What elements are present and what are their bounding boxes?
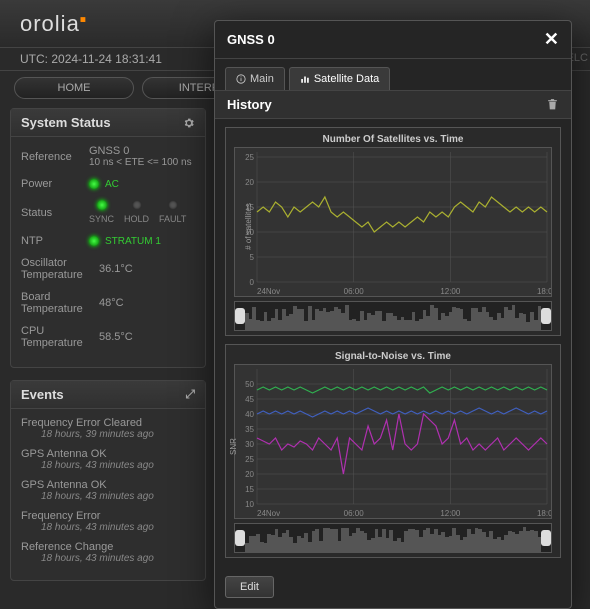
power-value: AC xyxy=(105,179,119,190)
tab-satellite-data[interactable]: Satellite Data xyxy=(289,67,390,90)
svg-text:24Nov: 24Nov xyxy=(257,287,280,296)
svg-text:06:00: 06:00 xyxy=(344,287,365,296)
trash-icon[interactable] xyxy=(546,98,559,111)
svg-text:15: 15 xyxy=(245,485,254,494)
nav-home-button[interactable]: HOME xyxy=(14,77,134,99)
gnss-modal: GNSS 0 ✕ Main Satellite Data History Num… xyxy=(214,20,572,609)
svg-text:12:00: 12:00 xyxy=(440,287,461,296)
event-row: GPS Antenna OK18 hours, 43 minutes ago xyxy=(21,479,195,502)
svg-text:24Nov: 24Nov xyxy=(257,509,280,518)
chart-area[interactable]: SNR 10152025303540455024Nov06:0012:0018:… xyxy=(234,364,552,519)
power-label: Power xyxy=(21,178,83,190)
info-icon xyxy=(236,74,246,84)
svg-text:40: 40 xyxy=(245,410,254,419)
chart-title: Number Of Satellites vs. Time xyxy=(230,132,556,147)
ntp-value: STRATUM 1 xyxy=(105,236,161,247)
event-row: Reference Change18 hours, 43 minutes ago xyxy=(21,541,195,564)
expand-icon[interactable]: ⤢ xyxy=(185,387,195,402)
reference-ete: 10 ns < ETE <= 100 ns xyxy=(89,157,192,168)
modal-title: GNSS 0 xyxy=(227,32,275,47)
gear-icon[interactable] xyxy=(183,117,195,129)
status-label: Status xyxy=(21,207,83,219)
chart-satellites: Number Of Satellites vs. Time # of satel… xyxy=(225,127,561,336)
chart-icon xyxy=(300,74,310,84)
svg-text:35: 35 xyxy=(245,425,254,434)
svg-text:12:00: 12:00 xyxy=(440,509,461,518)
system-status-panel: System Status Reference GNSS 0 10 ns < E… xyxy=(10,108,206,368)
event-row: Frequency Error Cleared18 hours, 39 minu… xyxy=(21,417,195,440)
event-row: Frequency Error18 hours, 43 minutes ago xyxy=(21,510,195,533)
ntp-led-icon xyxy=(89,236,99,246)
fault-led-icon xyxy=(168,200,178,210)
svg-text:18:00: 18:00 xyxy=(537,509,551,518)
cpu-temp-value: 58.5°C xyxy=(99,331,133,343)
events-panel: Events ⤢ Frequency Error Cleared18 hours… xyxy=(10,380,206,581)
svg-text:10: 10 xyxy=(245,500,254,509)
board-temp-label: Board Temperature xyxy=(21,291,93,315)
reference-label: Reference xyxy=(21,151,83,163)
event-row: GPS Antenna OK18 hours, 43 minutes ago xyxy=(21,448,195,471)
osc-temp-value: 36.1°C xyxy=(99,263,133,275)
osc-temp-label: Oscillator Temperature xyxy=(21,257,93,281)
chart-overview[interactable] xyxy=(234,301,552,331)
svg-text:0: 0 xyxy=(250,278,255,287)
chart-overview[interactable] xyxy=(234,523,552,553)
close-icon[interactable]: ✕ xyxy=(544,29,559,50)
board-temp-value: 48°C xyxy=(99,297,124,309)
svg-text:06:00: 06:00 xyxy=(344,509,365,518)
range-handle-right[interactable] xyxy=(541,308,551,324)
cpu-temp-label: CPU Temperature xyxy=(21,325,93,349)
hold-led-icon xyxy=(132,200,142,210)
range-handle-left[interactable] xyxy=(235,530,245,546)
svg-text:25: 25 xyxy=(245,153,254,162)
power-led-icon xyxy=(89,179,99,189)
panel-title: Events xyxy=(21,387,64,402)
reference-value: GNSS 0 xyxy=(89,145,192,157)
ntp-label: NTP xyxy=(21,235,83,247)
svg-text:50: 50 xyxy=(245,380,254,389)
tab-main[interactable]: Main xyxy=(225,67,285,90)
logo: orolia■ xyxy=(20,11,87,37)
svg-text:5: 5 xyxy=(250,253,255,262)
utc-timestamp: 2024-11-24 18:31:41 xyxy=(51,52,162,66)
chart-snr: Signal-to-Noise vs. Time SNR 10152025303… xyxy=(225,344,561,558)
svg-text:45: 45 xyxy=(245,395,254,404)
chart-title: Signal-to-Noise vs. Time xyxy=(230,349,556,364)
range-handle-left[interactable] xyxy=(235,308,245,324)
svg-text:30: 30 xyxy=(245,440,254,449)
range-handle-right[interactable] xyxy=(541,530,551,546)
svg-text:20: 20 xyxy=(245,178,254,187)
svg-text:20: 20 xyxy=(245,470,254,479)
chart-area[interactable]: # of satellites 051015202524Nov06:0012:0… xyxy=(234,147,552,297)
history-heading: History xyxy=(227,97,272,112)
svg-text:18:00: 18:00 xyxy=(537,287,551,296)
panel-title: System Status xyxy=(21,115,111,130)
svg-text:25: 25 xyxy=(245,455,254,464)
sync-led-icon xyxy=(97,200,107,210)
edit-button[interactable]: Edit xyxy=(225,576,274,598)
